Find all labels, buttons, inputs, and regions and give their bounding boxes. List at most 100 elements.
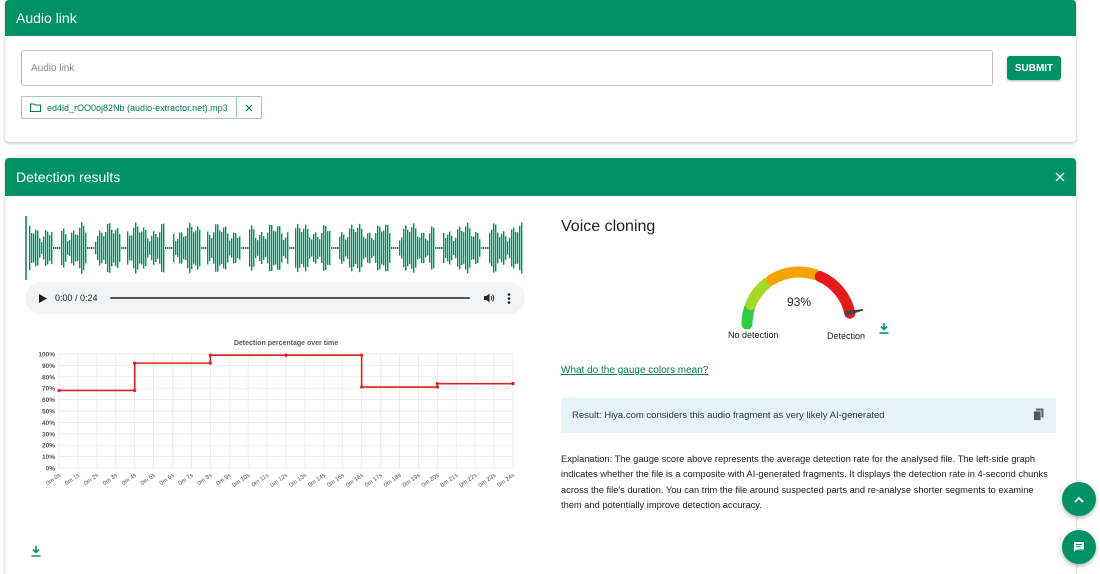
waveform-bar bbox=[333, 247, 335, 249]
waveform-bar bbox=[127, 231, 129, 265]
y-tick-label: 30% bbox=[42, 431, 55, 438]
chat-button[interactable] bbox=[1062, 530, 1096, 564]
waveform-bar bbox=[415, 228, 417, 268]
waveform-bar bbox=[435, 247, 437, 249]
waveform-bar bbox=[377, 225, 379, 271]
chart-point bbox=[57, 388, 61, 393]
chart-point bbox=[511, 382, 515, 386]
x-tick-label: 0m 11s bbox=[251, 473, 270, 489]
waveform-bar bbox=[363, 237, 365, 259]
waveform-bar bbox=[419, 237, 421, 259]
waveform-bar bbox=[195, 230, 197, 266]
x-tick-label: 0m 3s bbox=[102, 473, 119, 487]
waveform-bar bbox=[301, 232, 303, 264]
waveform-bar bbox=[449, 231, 451, 265]
waveform-bar bbox=[513, 227, 515, 269]
gauge-value: 93% bbox=[787, 295, 811, 309]
waveform-bar bbox=[451, 235, 453, 261]
waveform-bar bbox=[279, 225, 281, 271]
waveform-bar bbox=[191, 226, 193, 270]
waveform-bar bbox=[395, 247, 397, 249]
x-tick-label: 0m 1s bbox=[64, 473, 81, 487]
waveform-bar bbox=[285, 237, 287, 259]
waveform-bar bbox=[401, 237, 403, 259]
waveform-bar bbox=[519, 225, 521, 271]
waveform-bar bbox=[59, 247, 61, 249]
waveform-bar bbox=[189, 222, 191, 274]
chart-point bbox=[133, 388, 137, 393]
x-tick-label: 0m 7s bbox=[178, 473, 195, 487]
volume-icon[interactable] bbox=[484, 293, 495, 303]
waveform-bar bbox=[489, 232, 491, 264]
waveform-bar bbox=[209, 235, 211, 261]
waveform-bar bbox=[265, 238, 267, 258]
waveform-bar bbox=[91, 247, 93, 249]
close-icon[interactable] bbox=[1055, 172, 1065, 182]
waveform-bar bbox=[95, 241, 97, 255]
x-tick-label: 0m 17s bbox=[364, 473, 384, 489]
waveform-bar bbox=[497, 232, 499, 264]
waveform-bar bbox=[133, 227, 135, 269]
waveform-bar bbox=[443, 232, 445, 264]
waveform-bar bbox=[199, 229, 201, 267]
waveform-bar bbox=[453, 240, 455, 256]
player-progress-track[interactable] bbox=[109, 297, 470, 299]
file-chip-main[interactable]: ed4ld_rOO0oj82Nb (audio-extractor.net).m… bbox=[22, 97, 237, 118]
waveform-bar bbox=[277, 226, 279, 270]
waveform[interactable] bbox=[25, 216, 525, 280]
x-tick-label: 0m 19s bbox=[402, 473, 422, 489]
waveform-bar bbox=[273, 230, 275, 266]
waveform-bar bbox=[45, 230, 47, 266]
waveform-bar bbox=[171, 247, 173, 249]
copy-icon[interactable] bbox=[1033, 408, 1044, 421]
chat-icon bbox=[1074, 542, 1084, 552]
x-tick-label: 0m 10s bbox=[232, 473, 252, 489]
waveform-bar bbox=[371, 237, 373, 259]
gauge-download-button[interactable] bbox=[879, 323, 889, 337]
waveform-bar bbox=[417, 236, 419, 260]
waveform-bar bbox=[487, 247, 489, 249]
scroll-up-button[interactable] bbox=[1062, 482, 1096, 516]
waveform-bar bbox=[167, 247, 169, 249]
waveform-bar bbox=[137, 226, 139, 270]
x-tick-label: 0m 0s bbox=[45, 473, 62, 487]
audio-link-input[interactable] bbox=[21, 50, 993, 86]
waveform-bar bbox=[493, 223, 495, 273]
chart-download-button[interactable] bbox=[31, 544, 41, 560]
waveform-bar bbox=[153, 231, 155, 265]
folder-icon bbox=[30, 103, 41, 112]
file-name: ed4ld_rOO0oj82Nb (audio-extractor.net).m… bbox=[47, 102, 228, 113]
waveform-bar bbox=[93, 247, 95, 249]
waveform-bar bbox=[467, 222, 469, 274]
player-time: 0:00 / 0:24 bbox=[55, 293, 98, 303]
waveform-bar bbox=[63, 228, 65, 268]
waveform-bar bbox=[165, 247, 167, 249]
waveform-bar bbox=[317, 237, 319, 259]
waveform-bar bbox=[201, 247, 203, 249]
waveform-bar bbox=[379, 226, 381, 270]
waveform-bar bbox=[99, 230, 101, 266]
waveform-bar bbox=[239, 236, 241, 260]
y-tick-label: 80% bbox=[42, 374, 55, 381]
download-icon bbox=[31, 546, 41, 557]
more-vert-icon[interactable] bbox=[507, 292, 511, 304]
play-icon[interactable] bbox=[39, 293, 47, 303]
waveform-bar bbox=[445, 237, 447, 259]
waveform-bar bbox=[335, 247, 337, 249]
waveform-bar bbox=[293, 247, 295, 249]
x-tick-label: 0m 4s bbox=[121, 473, 138, 487]
waveform-bar bbox=[321, 232, 323, 264]
waveform-bar bbox=[233, 232, 235, 264]
waveform-bar bbox=[353, 228, 355, 268]
waveform-bar bbox=[149, 241, 151, 255]
waveform-bar bbox=[307, 228, 309, 268]
waveform-bar bbox=[347, 237, 349, 259]
gauge-colors-link[interactable]: What do the gauge colors mean? bbox=[561, 365, 708, 376]
waveform-bar bbox=[43, 236, 45, 260]
y-tick-label: 0% bbox=[46, 466, 56, 473]
waveform-bar bbox=[437, 247, 439, 249]
remove-file-button[interactable] bbox=[237, 97, 261, 118]
waveform-bar bbox=[65, 234, 67, 262]
submit-button[interactable]: SUBMIT bbox=[1007, 56, 1061, 80]
waveform-bar bbox=[175, 240, 177, 256]
